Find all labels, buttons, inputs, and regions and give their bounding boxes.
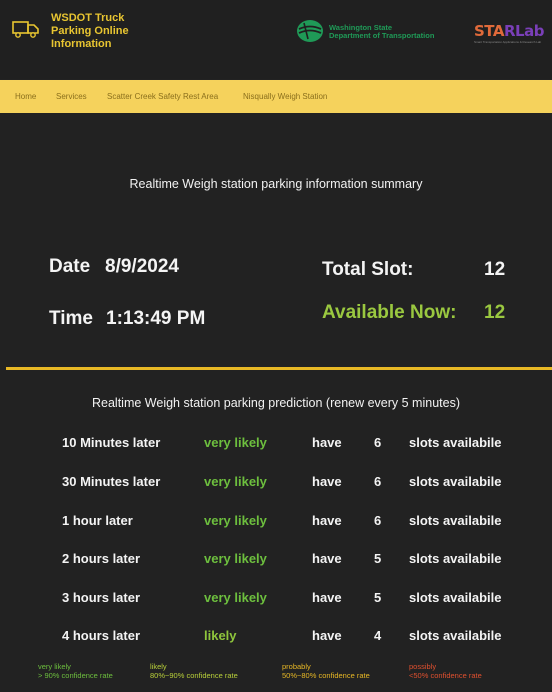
legend-probably: probably 50%~80% confidence rate: [282, 662, 370, 680]
prediction-row: 1 hour later very likely have 6 slots av…: [0, 513, 552, 533]
prediction-suffix: slots availabile: [409, 551, 502, 566]
prediction-have: have: [312, 590, 342, 605]
prediction-suffix: slots availabile: [409, 435, 502, 450]
prediction-slots: 6: [374, 513, 382, 528]
wsdot-line-2: Department of Transportation: [329, 31, 435, 40]
summary-title: Realtime Weigh station parking informati…: [129, 177, 423, 191]
nav-services[interactable]: Services: [56, 92, 87, 101]
legend-desc: > 90% confidence rate: [38, 671, 113, 680]
prediction-when: 4 hours later: [62, 628, 141, 643]
app-window: WSDOT Truck Parking Online Information W…: [0, 0, 552, 692]
starlab-logo[interactable]: STARLab: [474, 22, 544, 40]
prediction-likelihood: very likely: [204, 590, 267, 605]
time-value: 1:13:49 PM: [106, 308, 206, 329]
prediction-when: 3 hours later: [62, 590, 141, 605]
prediction-have: have: [312, 551, 342, 566]
prediction-likelihood: likely: [204, 628, 237, 643]
prediction-row: 30 Minutes later very likely have 6 slot…: [0, 474, 552, 494]
prediction-slots: 6: [374, 474, 382, 489]
prediction-title: Realtime Weigh station parking predictio…: [92, 396, 460, 410]
prediction-have: have: [312, 513, 342, 528]
prediction-when: 2 hours later: [62, 551, 141, 566]
time-label: Time: [49, 308, 94, 329]
legend-possibly: possibly <50% confidence rate: [409, 662, 482, 680]
starlab-subtitle: Smart Transportation Applications & Rese…: [474, 40, 542, 44]
prediction-have: have: [312, 628, 342, 643]
wsdot-logo-text: Washington State Department of Transport…: [329, 24, 434, 40]
prediction-suffix: slots availabile: [409, 513, 502, 528]
wsdot-logo-icon[interactable]: [296, 19, 324, 43]
date-value: 8/9/2024: [105, 256, 179, 277]
star-logo-part-1: ST: [474, 22, 493, 40]
prediction-slots: 5: [374, 590, 382, 605]
available-now-label: Available Now:: [322, 302, 457, 323]
prediction-when: 10 Minutes later: [62, 435, 161, 450]
prediction-when: 1 hour later: [62, 513, 133, 528]
prediction-likelihood: very likely: [204, 435, 267, 450]
star-logo-part-2: A: [492, 22, 505, 40]
prediction-slots: 6: [374, 435, 382, 450]
prediction-when: 30 Minutes later: [62, 474, 161, 489]
prediction-have: have: [312, 474, 342, 489]
legend-desc: 80%~90% confidence rate: [150, 671, 238, 680]
prediction-slots: 5: [374, 551, 382, 566]
prediction-row: 4 hours later likely have 4 slots availa…: [0, 628, 552, 648]
prediction-likelihood: very likely: [204, 551, 267, 566]
date-label: Date: [49, 256, 91, 277]
prediction-likelihood: very likely: [204, 513, 267, 528]
nav-nisqually[interactable]: Nisqually Weigh Station: [243, 92, 327, 101]
legend-term: probably: [282, 662, 311, 671]
star-logo-part-4: Lab: [515, 22, 544, 40]
prediction-row: 10 Minutes later very likely have 6 slot…: [0, 435, 552, 455]
legend-desc: <50% confidence rate: [409, 671, 482, 680]
available-now-value: 12: [484, 302, 506, 323]
prediction-likelihood: very likely: [204, 474, 267, 489]
site-title[interactable]: WSDOT Truck Parking Online Information: [51, 12, 161, 51]
section-divider: [6, 367, 552, 370]
legend-likely: likely 80%~90% confidence rate: [150, 662, 238, 680]
prediction-suffix: slots availabile: [409, 628, 502, 643]
star-logo-part-3: R: [503, 22, 516, 40]
nav-home[interactable]: Home: [15, 92, 36, 101]
prediction-suffix: slots availabile: [409, 590, 502, 605]
legend-desc: 50%~80% confidence rate: [282, 671, 370, 680]
nav-scatter-creek[interactable]: Scatter Creek Safety Rest Area: [107, 92, 218, 101]
nav-bar: Home Services Scatter Creek Safety Rest …: [0, 80, 552, 113]
total-slot-label: Total Slot:: [322, 259, 414, 280]
prediction-suffix: slots availabile: [409, 474, 502, 489]
legend-very-likely: very likely > 90% confidence rate: [38, 662, 113, 680]
legend-term: possibly: [409, 662, 437, 671]
truck-icon: [12, 21, 39, 38]
prediction-row: 2 hours later very likely have 5 slots a…: [0, 551, 552, 571]
legend-term: likely: [150, 662, 167, 671]
prediction-slots: 4: [374, 628, 382, 643]
total-slot-value: 12: [484, 259, 506, 280]
prediction-have: have: [312, 435, 342, 450]
site-header: WSDOT Truck Parking Online Information W…: [0, 0, 552, 79]
legend-term: very likely: [38, 662, 71, 671]
prediction-row: 3 hours later very likely have 5 slots a…: [0, 590, 552, 610]
